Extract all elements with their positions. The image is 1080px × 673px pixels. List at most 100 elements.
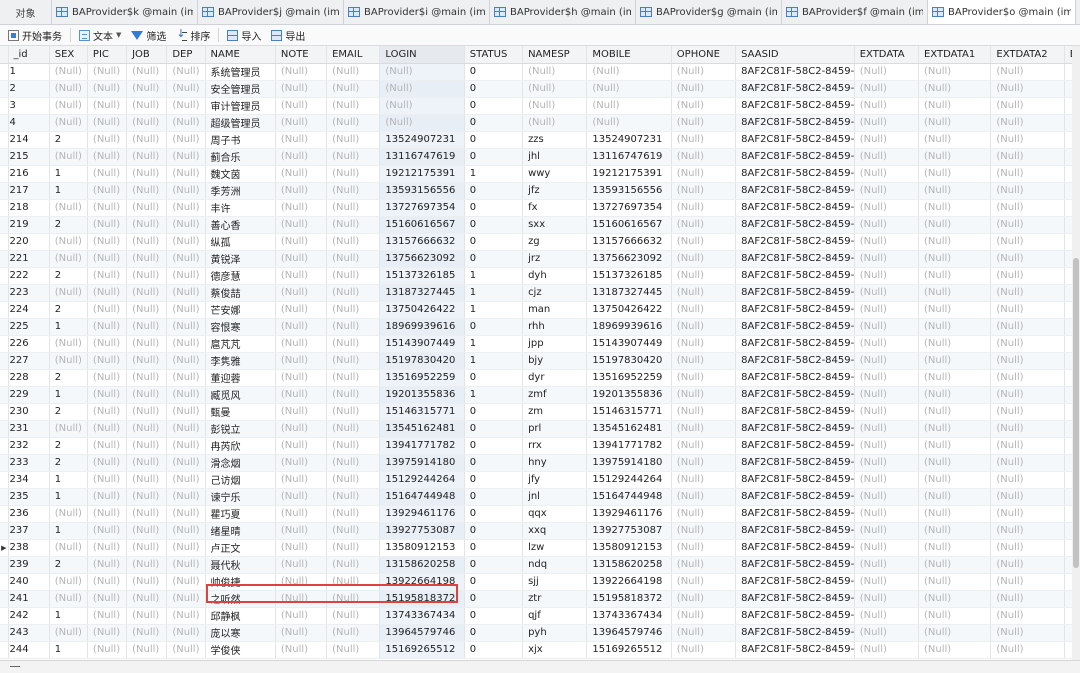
cell-mobile[interactable]: 13750426422	[586, 301, 672, 319]
cell-email[interactable]: (Null)	[326, 335, 381, 353]
cell-login[interactable]: 19201355836	[379, 386, 465, 404]
table-row[interactable]: 221 (Null) (Null) (Null) (Null) 黄锐泽 (Null) (Nul…	[0, 250, 1072, 268]
cell-ophone[interactable]: (Null)	[671, 437, 737, 455]
cell-status[interactable]: 0	[464, 216, 524, 234]
cell-saasid[interactable]: 8AF2C81F-58C2-8459-C49	[735, 267, 855, 285]
cell-ophone[interactable]: (Null)	[671, 301, 737, 319]
cell-extdata2[interactable]: (Null)	[990, 505, 1065, 523]
cell-email[interactable]: (Null)	[326, 182, 381, 200]
cell-saasid[interactable]: 8AF2C81F-58C2-8459-C49	[735, 505, 855, 523]
cell-namesp[interactable]: ztr	[522, 590, 588, 608]
cell-namesp[interactable]: hny	[522, 454, 588, 472]
cell-extdata[interactable]: (Null)	[854, 131, 920, 149]
cell-ophone[interactable]: (Null)	[671, 488, 737, 506]
cell-dep[interactable]: (Null)	[166, 369, 206, 387]
cell-extdata1[interactable]: (Null)	[918, 352, 992, 370]
cell-job[interactable]: (Null)	[126, 454, 168, 472]
cell-ophone[interactable]: (Null)	[671, 114, 737, 132]
cell-sex[interactable]: (Null)	[49, 97, 88, 115]
column-header-ophone[interactable]: OPHONE	[671, 46, 737, 64]
table-cell[interactable]	[1064, 471, 1072, 489]
cell-mobile[interactable]: 15164744948	[586, 488, 672, 506]
cell-note[interactable]: (Null)	[275, 556, 328, 574]
cell-email[interactable]: (Null)	[326, 216, 381, 234]
cell-ophone[interactable]: (Null)	[671, 471, 737, 489]
cell-namesp[interactable]: fx	[522, 199, 588, 217]
cell-id[interactable]: 233	[8, 454, 50, 472]
cell-email[interactable]: (Null)	[326, 522, 381, 540]
cell-dep[interactable]: (Null)	[166, 641, 206, 659]
cell-dep[interactable]: (Null)	[166, 148, 206, 166]
cell-extdata[interactable]: (Null)	[854, 505, 920, 523]
cell-ophone[interactable]: (Null)	[671, 641, 737, 659]
cell-extdata2[interactable]: (Null)	[990, 403, 1065, 421]
cell-saasid[interactable]: 8AF2C81F-58C2-8459-C49	[735, 437, 855, 455]
cell-mobile[interactable]: 15160616567	[586, 216, 672, 234]
cell-status[interactable]: 0	[464, 437, 524, 455]
cell-extdata[interactable]: (Null)	[854, 403, 920, 421]
cell-sex[interactable]: 1	[49, 386, 88, 404]
cell-namesp[interactable]: rhh	[522, 318, 588, 336]
cell-mobile[interactable]: 13187327445	[586, 284, 672, 302]
cell-extdata1[interactable]: (Null)	[918, 267, 992, 285]
cell-pic[interactable]: (Null)	[87, 97, 128, 115]
cell-extdata[interactable]: (Null)	[854, 488, 920, 506]
cell-mobile[interactable]: 13756623092	[586, 250, 672, 268]
cell-mobile[interactable]: 13580912153	[586, 539, 672, 557]
cell-dep[interactable]: (Null)	[166, 284, 206, 302]
cell-pic[interactable]: (Null)	[87, 369, 128, 387]
cell-login[interactable]: 13516952259	[379, 369, 465, 387]
cell-login[interactable]: 13941771782	[379, 437, 465, 455]
cell-namesp[interactable]: zmf	[522, 386, 588, 404]
cell-extdata[interactable]: (Null)	[854, 471, 920, 489]
cell-id[interactable]: 220	[8, 233, 50, 251]
cell-saasid[interactable]: 8AF2C81F-58C2-8459-C49	[735, 216, 855, 234]
cell-job[interactable]: (Null)	[126, 420, 168, 438]
cell-extdata2[interactable]: (Null)	[990, 641, 1065, 659]
cell-job[interactable]: (Null)	[126, 267, 168, 285]
cell-namesp[interactable]: zg	[522, 233, 588, 251]
cell-status[interactable]: 0	[464, 539, 524, 557]
cell-note[interactable]: (Null)	[275, 80, 328, 98]
cell-mobile[interactable]: 13929461176	[586, 505, 672, 523]
cell-dep[interactable]: (Null)	[166, 63, 206, 81]
tab-baprovider-j[interactable]: BAProvider$j @main (im_...	[198, 0, 344, 24]
cell-sex[interactable]: (Null)	[49, 148, 88, 166]
cell-saasid[interactable]: 8AF2C81F-58C2-8459-C49	[735, 148, 855, 166]
cell-extdata[interactable]: (Null)	[854, 522, 920, 540]
cell-pic[interactable]: (Null)	[87, 488, 128, 506]
cell-sex[interactable]: 2	[49, 454, 88, 472]
cell-extdata2[interactable]: (Null)	[990, 97, 1065, 115]
table-cell[interactable]	[1064, 352, 1072, 370]
table-cell[interactable]	[1064, 437, 1072, 455]
table-cell[interactable]	[1064, 607, 1072, 625]
cell-id[interactable]: 214	[8, 131, 50, 149]
cell-namesp[interactable]: cjz	[522, 284, 588, 302]
cell-email[interactable]: (Null)	[326, 454, 381, 472]
cell-extdata[interactable]: (Null)	[854, 386, 920, 404]
cell-login[interactable]: 13727697354	[379, 199, 465, 217]
cell-extdata2[interactable]: (Null)	[990, 539, 1065, 557]
cell-login[interactable]: 13593156556	[379, 182, 465, 200]
row-indicator[interactable]	[0, 148, 9, 166]
cell-mobile[interactable]: 15137326185	[586, 267, 672, 285]
cell-ophone[interactable]: (Null)	[671, 216, 737, 234]
column-header-job[interactable]: JOB	[126, 46, 168, 64]
cell-mobile[interactable]: 13743367434	[586, 607, 672, 625]
cell-note[interactable]: (Null)	[275, 539, 328, 557]
cell-name[interactable]: 周子书	[205, 131, 276, 149]
cell-ophone[interactable]: (Null)	[671, 80, 737, 98]
vertical-scrollbar[interactable]	[1072, 46, 1080, 660]
table-row[interactable]: 223 (Null) (Null) (Null) (Null) 蔡俊喆 (Null) (Nul…	[0, 284, 1072, 302]
cell-ophone[interactable]: (Null)	[671, 454, 737, 472]
cell-status[interactable]: 0	[464, 369, 524, 387]
cell-login[interactable]: 13158620258	[379, 556, 465, 574]
cell-extdata1[interactable]: (Null)	[918, 641, 992, 659]
cell-status[interactable]: 0	[464, 403, 524, 421]
cell-job[interactable]: (Null)	[126, 352, 168, 370]
cell-extdata2[interactable]: (Null)	[990, 573, 1065, 591]
cell-pic[interactable]: (Null)	[87, 471, 128, 489]
cell-note[interactable]: (Null)	[275, 386, 328, 404]
cell-pic[interactable]: (Null)	[87, 556, 128, 574]
cell-dep[interactable]: (Null)	[166, 165, 206, 183]
